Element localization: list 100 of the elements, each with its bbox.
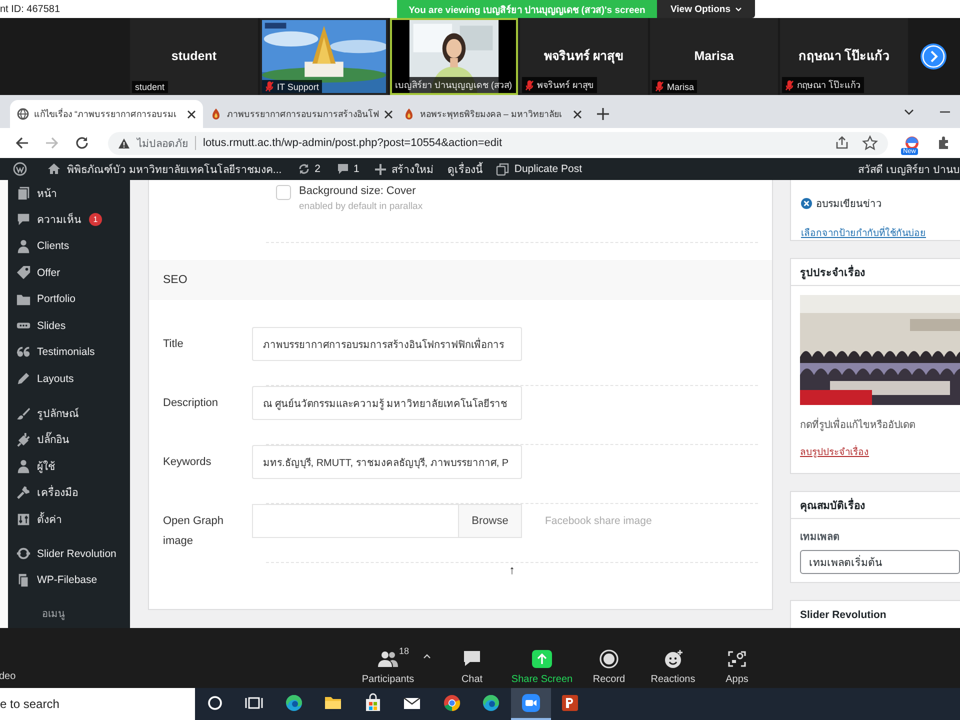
share-screen-icon (531, 649, 553, 669)
share-icon[interactable] (834, 135, 850, 151)
field-label: Open Graph image (162, 514, 225, 549)
template-select[interactable]: เทมเพลตเริ่มต้น (800, 550, 960, 574)
count-badge: 1 (89, 213, 102, 226)
new-content-link[interactable]: สร้างใหม่ (375, 160, 434, 178)
panel-title: รูปประจำเรื่อง (800, 264, 865, 280)
participant-label: พจรินทร์ ผาสุข (537, 79, 594, 92)
close-icon[interactable] (384, 110, 393, 118)
reload-icon[interactable] (74, 135, 90, 151)
field-label: Description (162, 396, 220, 411)
menu-item[interactable]: ปลั๊กอิน (8, 426, 130, 453)
menu-item[interactable]: ตั้งค่า (8, 506, 130, 532)
home-icon[interactable] (47, 162, 61, 176)
checkbox[interactable] (276, 185, 291, 200)
menu-label: Slider Revolution (37, 548, 116, 560)
menu-item[interactable]: ความเห็น 1 (8, 206, 130, 233)
section-title: SEO (163, 274, 188, 286)
frequent-tags-link[interactable]: เลือกจากป้ายกำกับที่ใช้กันบ่อย (801, 225, 950, 240)
toolbar-button[interactable]: Participants 18 (353, 628, 423, 686)
menu-item[interactable]: Offer (8, 260, 130, 286)
remove-image-link[interactable]: ลบรูปประจำเรื่อง (800, 444, 960, 459)
minimize-icon[interactable] (940, 110, 950, 112)
viewing-banner: You are viewing เบญสิร์ยา ปานบุญญเดช (สวส)'s screen (397, 0, 657, 18)
menu-item[interactable]: Testimonials (8, 339, 130, 366)
site-name-link[interactable]: พิพิธภัณฑ์บัว มหาวิทยาลัยเทคโนโลยีราชมงค... (67, 160, 282, 178)
menu-item[interactable]: หน้า (8, 180, 130, 206)
toolbar-button[interactable]: Reactions (641, 628, 705, 686)
taskbar-app[interactable] (511, 688, 550, 720)
menu-item[interactable]: ผู้ใช้ (8, 453, 130, 480)
view-post-link[interactable]: ดูเรื่องนี้ (447, 160, 482, 178)
tag-label: อบรมเขียนข่าว (816, 198, 882, 211)
toolbar-button[interactable]: Chat (437, 628, 507, 686)
field-hint: Facebook share image (545, 514, 652, 529)
next-arrow-icon[interactable] (920, 43, 947, 70)
search-field[interactable]: e to search (0, 688, 195, 720)
close-icon[interactable] (187, 110, 196, 118)
apps-icon (726, 649, 748, 669)
menu-item[interactable]: Portfolio (8, 286, 130, 312)
warning-icon (118, 138, 130, 148)
input-field[interactable]: มทร.ธัญบุรี, RMUTT, ราชมงคลธัญบุรี, ภาพบรรยากาศ, P (252, 445, 522, 479)
menu-item[interactable]: รูปลักษณ์ (8, 400, 130, 426)
presentation-icon (560, 693, 580, 713)
plug-icon (16, 432, 31, 448)
chat-icon (461, 649, 483, 669)
duplicate-post-link[interactable]: Duplicate Post (496, 162, 582, 176)
back-to-top-link[interactable]: ↑ (509, 563, 515, 577)
browser-tab[interactable]: แก้ไขเรื่อง “ภาพบรรยากาศการอบรมเ (10, 100, 203, 128)
menu-label: Portfolio (37, 293, 76, 306)
pencil-icon (16, 371, 31, 386)
browser-tab[interactable]: ภาพบรรยากาศการอบรมการสร้างอินโฟ (203, 100, 396, 128)
input-field[interactable]: ณ ศูนย์นวัตกรรมและความรู้ มหาวิทยาลัยเทคโนโลยีราช (252, 386, 522, 420)
browse-button[interactable]: Browse (458, 504, 522, 538)
input-field[interactable]: ภาพบรรยากาศการอบรมการสร้างอินโฟกราฟฟิกเพื่อการ (252, 327, 522, 361)
caret-up-icon[interactable] (423, 654, 431, 659)
close-icon[interactable] (573, 110, 582, 118)
muted-mic-icon (525, 80, 534, 90)
menu-item[interactable]: Slider Revolution (8, 540, 130, 567)
globe-icon (17, 108, 29, 120)
toolbar-button[interactable]: Share Screen (507, 628, 577, 686)
menu-item[interactable]: เครื่องมือ (8, 480, 130, 506)
chevron-down-icon[interactable] (904, 108, 914, 114)
remove-tag-icon[interactable] (801, 198, 812, 209)
toolbar-button[interactable]: Apps (705, 628, 769, 686)
url-text: lotus.rmutt.ac.th/wp-admin/post.php?post=10554&action=edit (203, 137, 502, 149)
menu-label: ตั้งค่า (37, 511, 62, 528)
participant-label: กฤษณา โป๊ะแก้ว (797, 78, 861, 92)
wordpress-logo-icon[interactable] (13, 162, 27, 176)
star-icon[interactable] (862, 135, 878, 151)
record-icon (598, 649, 620, 669)
person-icon (16, 458, 31, 474)
template-label: เทมเพลต (800, 531, 840, 544)
browser-tab[interactable]: หอพระพุทธพิริยมงคล – มหาวิทยาลัยเ (396, 100, 589, 128)
toolbar-button[interactable]: Record (577, 628, 641, 686)
menu-item[interactable]: WP-Filebase (8, 567, 130, 594)
panel-title: คุณสมบัติเรื่อง (800, 496, 865, 514)
menu-item[interactable]: Layouts (8, 366, 130, 392)
wrench-icon (16, 485, 31, 500)
refresh-icon (298, 163, 310, 175)
menu-item[interactable]: Clients (8, 233, 130, 260)
input-field[interactable] (252, 504, 458, 538)
view-options-button[interactable]: View Options (657, 0, 755, 18)
collapse-menu-link[interactable]: อเมนู (42, 606, 65, 620)
menu-label: WP-Filebase (37, 574, 98, 586)
comments-link[interactable]: 1 (336, 163, 360, 175)
field-label: Keywords (162, 455, 212, 470)
address-bar[interactable]: ไม่ปลอดภัย lotus.rmutt.ac.th/wp-admin/post.php?post=10554&action=edit (108, 132, 888, 154)
panel-title: Slider Revolution (800, 609, 886, 621)
people-icon (377, 649, 399, 669)
video-camera-icon (520, 693, 541, 713)
security-label: ไม่ปลอดภัย (137, 136, 188, 152)
smiley-icon (662, 649, 684, 669)
participant-label: student (135, 82, 165, 92)
menu-item[interactable]: Slides (8, 312, 130, 339)
back-arrow-icon[interactable] (14, 135, 30, 151)
updates-link[interactable]: 2 (298, 163, 321, 175)
muted-mic-icon (655, 81, 664, 92)
participant-count: 18 (399, 646, 410, 656)
greeting-link[interactable]: สวัสดี เบญสิร์ยา ปานบ (858, 160, 960, 178)
new-tab-icon[interactable] (597, 108, 609, 120)
